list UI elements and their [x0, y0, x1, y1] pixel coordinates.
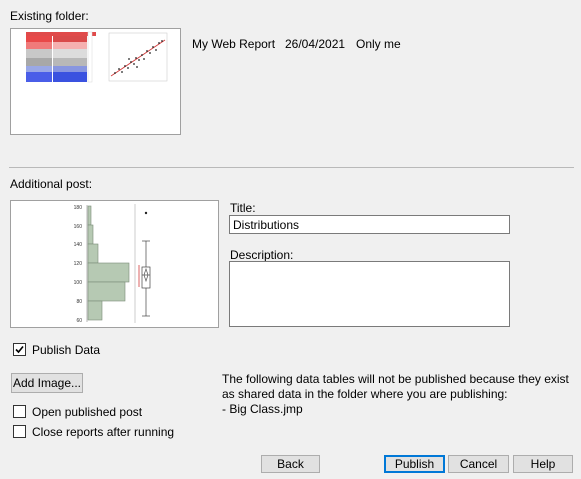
y-tick-label: 100 [74, 280, 83, 286]
description-label: Description: [230, 248, 294, 262]
open-published-post-checkbox[interactable] [13, 405, 26, 418]
title-label: Title: [230, 201, 256, 215]
close-reports-checkbox[interactable] [13, 425, 26, 438]
existing-folder-label: Existing folder: [10, 9, 89, 23]
cancel-button[interactable]: Cancel [448, 455, 509, 473]
checkmark-icon [15, 345, 24, 354]
histogram-bars [87, 205, 130, 321]
y-tick-label: 120 [74, 261, 83, 267]
additional-post-label: Additional post: [10, 177, 93, 191]
existing-report-thumbnail[interactable] [10, 28, 181, 135]
y-tick-label: 80 [76, 299, 82, 305]
y-tick-label: 60 [76, 318, 82, 324]
mosaic-plot-preview [26, 31, 96, 83]
unpublished-tables-notice: The following data tables will not be pu… [222, 372, 569, 416]
y-tick-label: 160 [74, 224, 83, 230]
histogram-preview-image: 180 160 140 120 100 80 60 [74, 204, 151, 324]
y-tick-label: 180 [74, 205, 83, 211]
publish-button[interactable]: Publish [384, 455, 445, 473]
report-preview-image [26, 31, 168, 83]
additional-post-thumbnail[interactable]: 180 160 140 120 100 80 60 [10, 200, 219, 328]
report-date: 26/04/2021 [285, 37, 346, 51]
report-name: My Web Report [192, 37, 276, 51]
add-image-button[interactable]: Add Image... [11, 373, 83, 393]
open-published-post-label: Open published post [32, 405, 143, 419]
publish-data-label: Publish Data [32, 343, 101, 357]
help-button[interactable]: Help [513, 455, 573, 473]
title-input[interactable]: Distributions [229, 215, 510, 234]
section-divider [9, 167, 574, 168]
report-access: Only me [356, 37, 401, 51]
publish-data-checkbox[interactable] [13, 343, 26, 356]
scatter-plot-preview [108, 32, 168, 82]
title-input-value: Distributions [233, 218, 300, 232]
close-reports-label: Close reports after running [32, 425, 175, 439]
box-plot [141, 240, 151, 317]
description-textarea[interactable] [229, 261, 510, 327]
back-button[interactable]: Back [261, 455, 320, 473]
histogram-y-axis: 180 160 140 120 100 80 60 [74, 205, 83, 324]
y-tick-label: 140 [74, 242, 83, 248]
